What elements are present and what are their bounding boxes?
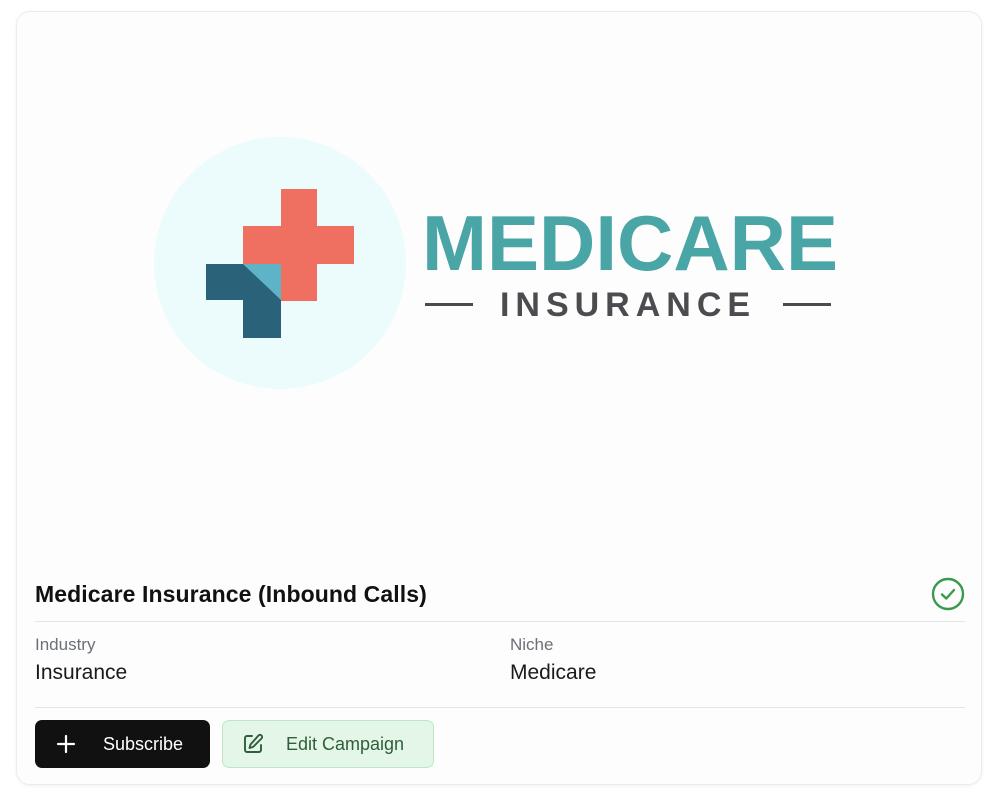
campaign-card: MEDICARE INSURANCE Medicare Insurance (I… [16,11,982,785]
medicare-insurance-logo: MEDICARE INSURANCE [154,137,838,389]
subscribe-button-label: Subscribe [103,733,184,754]
edit-campaign-button[interactable]: Edit Campaign [222,720,434,768]
plus-icon [55,733,77,755]
edit-icon [242,733,264,755]
campaign-title: Medicare Insurance (Inbound Calls) [35,580,427,607]
industry-label: Industry [35,635,96,654]
industry-field: Industry Insurance [35,635,127,685]
edit-campaign-button-label: Edit Campaign [286,733,405,754]
logo-rule-right [783,303,831,306]
logo-wordmark: MEDICARE [422,199,838,287]
logo-subword: INSURANCE [500,286,756,324]
niche-field: Niche Medicare [510,635,596,685]
niche-label: Niche [510,635,554,654]
details-divider [35,707,965,708]
title-divider [35,621,965,622]
subscribe-button[interactable]: Subscribe [35,720,210,768]
campaign-logo-area: MEDICARE INSURANCE [17,12,981,557]
logo-rule-left [425,303,473,306]
industry-value: Insurance [35,661,128,684]
red-cross-horizontal [243,226,354,264]
niche-value: Medicare [510,661,597,684]
check-circle-icon [931,577,965,611]
campaign-title-row: Medicare Insurance (Inbound Calls) [35,572,965,616]
